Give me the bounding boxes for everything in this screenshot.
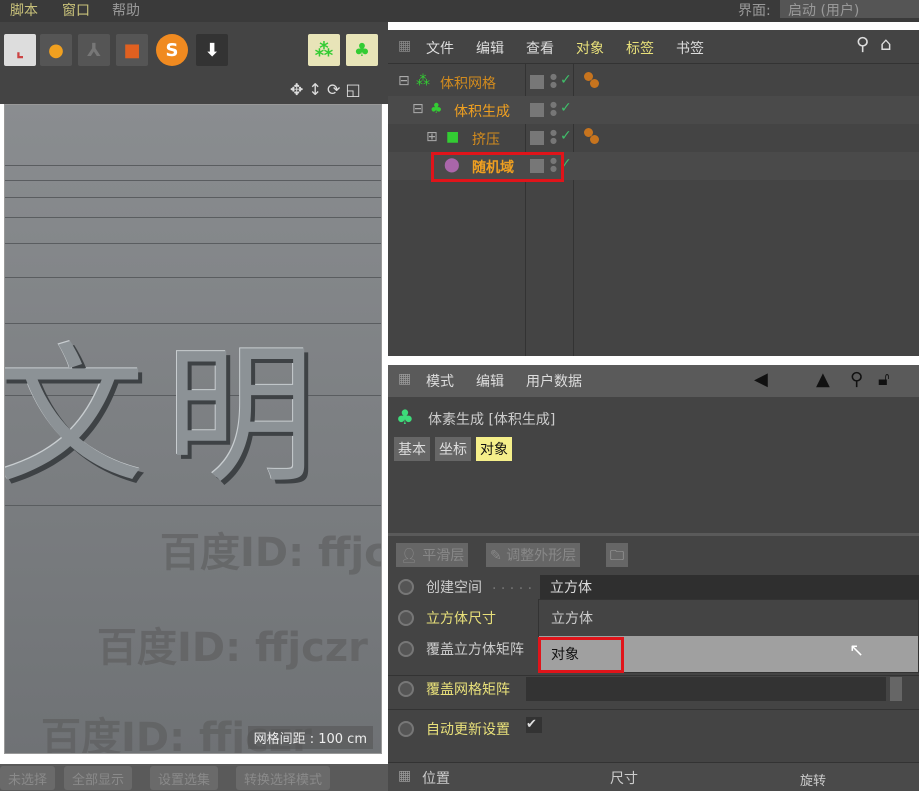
coordinate-system-icon[interactable]: ⌞ — [4, 34, 36, 66]
om-menu-edit[interactable]: 编辑 — [476, 38, 504, 58]
coord-size-header: 尺寸 — [610, 771, 638, 787]
smooth-layer-button[interactable]: 👤︎ 平滑层 — [396, 543, 469, 567]
tab-basic[interactable]: 基本 — [394, 437, 430, 461]
object-name[interactable]: 体积生成 — [454, 101, 510, 121]
om-menu-object[interactable]: 对象 — [576, 38, 604, 58]
create-space-select[interactable]: 立方体 — [540, 575, 919, 599]
object-name[interactable]: 挤压 — [472, 129, 500, 149]
sketch-icon[interactable]: S — [156, 34, 188, 66]
attr-title: 体素生成 [体积生成] — [428, 412, 556, 428]
menu-help[interactable]: 帮助 — [112, 0, 140, 20]
menu-script[interactable]: 脚本 — [10, 0, 38, 20]
up-arrow-icon[interactable]: ▲ — [816, 369, 830, 390]
search-icon[interactable]: ⚲ — [850, 369, 863, 390]
tab-coord[interactable]: 坐标 — [435, 437, 471, 461]
convert-selection-button[interactable]: 转换选择模式 — [236, 766, 331, 790]
attribute-manager: ♣ 体素生成 [体积生成] 基本 坐标 对象 👤︎ 平滑层 ✎ 调整外形层 🗀 … — [388, 397, 919, 762]
tab-object[interactable]: 对象 — [476, 437, 512, 461]
om-menu-tag[interactable]: 标签 — [626, 38, 654, 58]
bake-icon[interactable]: ■ — [116, 34, 148, 66]
field-label: 创建空间 — [426, 580, 482, 596]
tag-icon[interactable] — [584, 128, 602, 146]
enabled-check-icon[interactable]: ✓ — [560, 128, 572, 144]
add-folder-icon[interactable]: 🗀 — [606, 543, 628, 567]
grid-spacing-label: 网格间距 : 100 cm — [247, 726, 373, 749]
anim-radio[interactable] — [398, 681, 414, 697]
smooth-layer-label: 平滑层 — [422, 548, 465, 564]
search-icon[interactable]: ⚲ — [856, 34, 869, 55]
back-arrow-icon[interactable]: ◀ — [754, 369, 768, 390]
3d-text-object: 文明 — [4, 330, 336, 504]
joint-icon[interactable]: ⅄ — [78, 34, 110, 66]
drag-handle-icon[interactable]: ▦ — [398, 371, 411, 387]
tag-icon[interactable] — [584, 72, 602, 90]
drag-handle-icon[interactable]: ▦ — [398, 768, 411, 784]
drop-icon[interactable]: ⬇ — [196, 34, 228, 66]
reshape-layer-button[interactable]: ✎ 调整外形层 — [486, 543, 581, 567]
anim-radio[interactable] — [398, 579, 414, 595]
lock-icon[interactable]: 🔓︎ — [878, 369, 890, 390]
viewport-header: ✥ ↕ ⟳ ◱ — [0, 78, 388, 104]
field-label: 覆盖立方体矩阵 — [426, 642, 524, 658]
object-name[interactable]: 体积网格 — [440, 73, 496, 93]
object-manager: ⊟ ⁂ 体积网格 ● ● ✓ ⊟ ♣ 体积生成 ● ● ✓ ⊞ ■ 挤压 ● ● ✓ ⬤ 随机域 … — [388, 64, 919, 356]
anim-radio[interactable] — [398, 641, 414, 657]
grid-matrix-link-field[interactable] — [526, 677, 886, 701]
set-selection-button[interactable]: 设置选集 — [150, 766, 219, 790]
dropdown-option[interactable]: 立方体 — [539, 600, 918, 636]
anim-radio[interactable] — [398, 721, 414, 737]
field-label: 自动更新设置 — [426, 722, 510, 738]
link-arrow-button[interactable] — [890, 677, 902, 701]
selection-buttons: 未选择 全部显示 设置选集 转换选择模式 — [0, 764, 388, 791]
viewport-3d[interactable]: 文明 百度ID: ffjczr 百度ID: ffjczr 百度ID: ffjcz… — [4, 104, 382, 754]
om-menu-file[interactable]: 文件 — [426, 38, 454, 58]
auto-update-checkbox[interactable]: ✔ — [526, 717, 542, 733]
enabled-check-icon[interactable]: ✓ — [560, 100, 572, 116]
drag-handle-icon[interactable]: ▦ — [398, 38, 411, 54]
field-label: 立方体尺寸 — [426, 611, 496, 627]
volume-builder-icon: ♣ — [396, 405, 414, 429]
om-menu-bookmark[interactable]: 书签 — [676, 38, 704, 58]
anim-radio[interactable] — [398, 610, 414, 626]
object-row[interactable]: ⊟ ♣ 体积生成 ● ● ✓ — [388, 96, 919, 124]
reshape-layer-label: 调整外形层 — [506, 548, 577, 564]
attr-menu-edit[interactable]: 编辑 — [476, 371, 504, 391]
volume-mesher-icon[interactable]: ⁂ — [308, 34, 340, 66]
axis-icon[interactable]: ● — [40, 34, 72, 66]
watermark: 百度ID: ffjczr — [160, 530, 381, 576]
visibility-icon[interactable] — [530, 103, 544, 117]
coordinate-manager-header: ▦ 位置 尺寸 旋转 — [388, 762, 919, 791]
object-row[interactable]: ⊞ ■ 挤压 ● ● ✓ — [388, 124, 919, 152]
menubar: 脚本 窗口 帮助 界面: 启动 (用户) — [0, 0, 919, 22]
coord-position-header: 位置 — [422, 771, 450, 787]
menu-window[interactable]: 窗口 — [62, 0, 90, 20]
highlight-box — [431, 152, 564, 182]
object-row[interactable]: ⊟ ⁂ 体积网格 ● ● ✓ — [388, 68, 919, 96]
home-icon[interactable]: ⌂ — [880, 34, 891, 55]
layout-select[interactable]: 启动 (用户) — [780, 0, 919, 19]
highlight-box — [538, 637, 624, 673]
layout-label: 界面: — [738, 3, 771, 19]
attribute-manager-menu: ▦ 模式 编辑 用户数据 ◀ ▲ ⚲ 🔓︎ — [388, 365, 919, 397]
attr-menu-mode[interactable]: 模式 — [426, 371, 454, 391]
deselect-button[interactable]: 未选择 — [0, 766, 56, 790]
enabled-check-icon[interactable]: ✓ — [560, 72, 572, 88]
toolbar: ⌞ ● ⅄ ■ S ⬇ ⁂ ♣ — [0, 22, 388, 78]
volume-builder-icon[interactable]: ♣ — [346, 34, 378, 66]
om-menu-view[interactable]: 查看 — [526, 38, 554, 58]
viewport-nav-icons[interactable]: ✥ ↕ ⟳ ◱ — [290, 80, 361, 99]
visibility-icon[interactable] — [530, 75, 544, 89]
mouse-cursor-icon: ↖ — [849, 640, 865, 661]
attr-menu-userdata[interactable]: 用户数据 — [526, 371, 582, 391]
coord-rotation-header: 旋转 — [800, 774, 827, 789]
visibility-icon[interactable] — [530, 131, 544, 145]
field-label: 覆盖网格矩阵 — [426, 682, 510, 698]
watermark: 百度ID: ffjczr — [97, 625, 368, 671]
object-manager-menu: ▦ 文件 编辑 查看 对象 标签 书签 ⚲ ⌂ — [388, 30, 919, 64]
show-all-button[interactable]: 全部显示 — [64, 766, 133, 790]
